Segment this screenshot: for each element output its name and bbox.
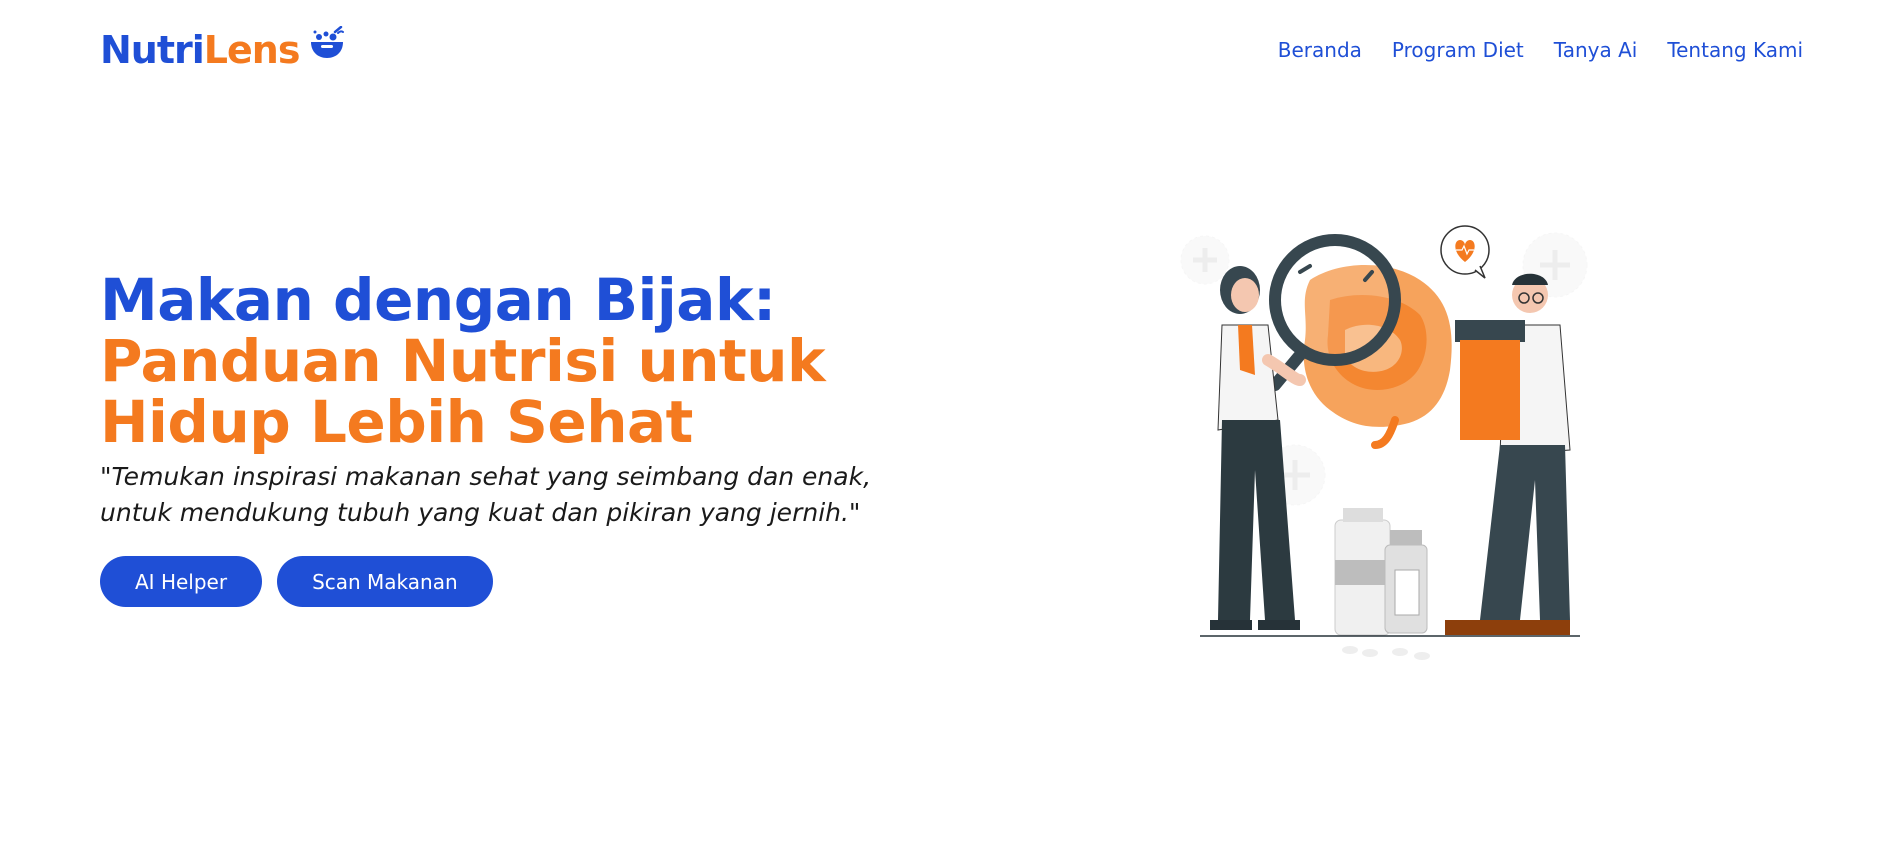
hero-buttons: AI Helper Scan Makanan — [100, 556, 1000, 607]
main-nav: Beranda Program Diet Tanya Ai Tentang Ka… — [1278, 38, 1803, 62]
nav-link-beranda[interactable]: Beranda — [1278, 38, 1362, 62]
hero-title-line2: Panduan Nutrisi untuk — [100, 327, 826, 395]
brand-logo[interactable]: Nutri Lens — [100, 25, 345, 72]
hero-tagline: "Temukan inspirasi makanan sehat yang se… — [100, 462, 872, 527]
hero-section: Makan dengan Bijak: Panduan Nutrisi untu… — [100, 270, 1000, 607]
brand-name-part1: Nutri — [100, 28, 205, 72]
nav-link-program-diet[interactable]: Program Diet — [1392, 38, 1524, 62]
doctors-examining-digestive-system-illustration — [1160, 220, 1610, 680]
ai-helper-button[interactable]: AI Helper — [100, 556, 263, 607]
salad-bowl-icon — [309, 25, 345, 69]
hero-title: Makan dengan Bijak: Panduan Nutrisi untu… — [100, 270, 1000, 453]
navbar: Nutri Lens Beranda Program Diet Tanya Ai … — [0, 0, 1893, 100]
hero-title-line1: Makan dengan Bijak: — [100, 266, 776, 334]
scan-makanan-button[interactable]: Scan Makanan — [277, 556, 493, 607]
brand-name-part2: Lens — [203, 28, 301, 72]
hero-title-line3: Hidup Lebih Sehat — [100, 388, 693, 456]
plus-circle-icon — [1180, 235, 1230, 285]
nav-link-tanya-ai[interactable]: Tanya Ai — [1554, 38, 1638, 62]
nav-link-tentang-kami[interactable]: Tentang Kami — [1667, 38, 1803, 62]
